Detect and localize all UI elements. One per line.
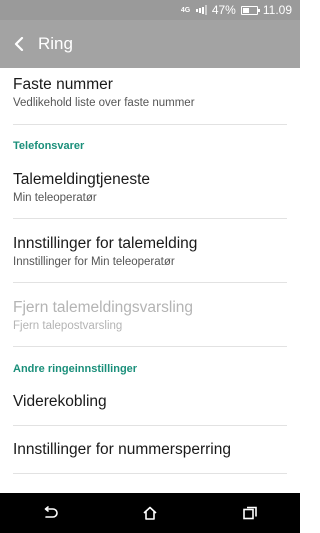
item-title: Faste nummer	[13, 76, 113, 93]
item-title: Talemeldingtjeneste	[13, 171, 151, 188]
list-item-voicemail-settings[interactable]: Innstillinger for talemelding Innstillin…	[13, 219, 287, 283]
section-header-voicemail: Telefonsvarer	[13, 140, 85, 152]
status-bar: 4G 47% 11.09	[0, 0, 300, 20]
list-item-call-barring[interactable]: Innstillinger for nummersperring	[13, 426, 287, 474]
battery-icon	[240, 5, 260, 15]
item-subtitle: Innstillinger for Min teleoperatør	[13, 256, 175, 268]
signal-strength-icon	[195, 5, 207, 15]
page-title: Ring	[38, 34, 73, 53]
nav-recent-apps-icon[interactable]	[220, 493, 280, 533]
app-bar: Ring	[0, 20, 300, 68]
network-type-icon: 4G	[180, 6, 191, 14]
navigation-bar	[0, 493, 300, 533]
item-subtitle: Vedlikehold liste over faste nummer	[13, 97, 195, 109]
list-item-call-forwarding[interactable]: Viderekobling	[13, 378, 287, 426]
nav-home-icon[interactable]	[120, 493, 180, 533]
battery-percent: 47%	[211, 3, 236, 17]
list-item-voicemail-notification: Fjern talemeldingsvarsling Fjern talepos…	[13, 283, 287, 347]
list-item-voicemail-service[interactable]: Talemeldingtjeneste Min teleoperatør	[13, 155, 287, 219]
section-header-other-settings: Andre ringeinnstillinger	[13, 363, 138, 375]
clock: 11.09	[262, 3, 292, 17]
item-title: Innstillinger for talemelding	[13, 235, 198, 252]
item-title: Fjern talemeldingsvarsling	[13, 299, 194, 316]
item-subtitle: Fjern talepostvarsling	[13, 320, 123, 332]
item-title: Viderekobling	[13, 393, 107, 410]
battery-level	[242, 7, 249, 13]
back-arrow-icon[interactable]	[2, 20, 38, 68]
nav-back-icon[interactable]	[20, 493, 80, 533]
item-title: Innstillinger for nummersperring	[13, 441, 231, 458]
list-item-fixed-numbers[interactable]: Faste nummer Vedlikehold liste over fast…	[13, 68, 287, 125]
item-subtitle: Min teleoperatør	[13, 192, 97, 204]
